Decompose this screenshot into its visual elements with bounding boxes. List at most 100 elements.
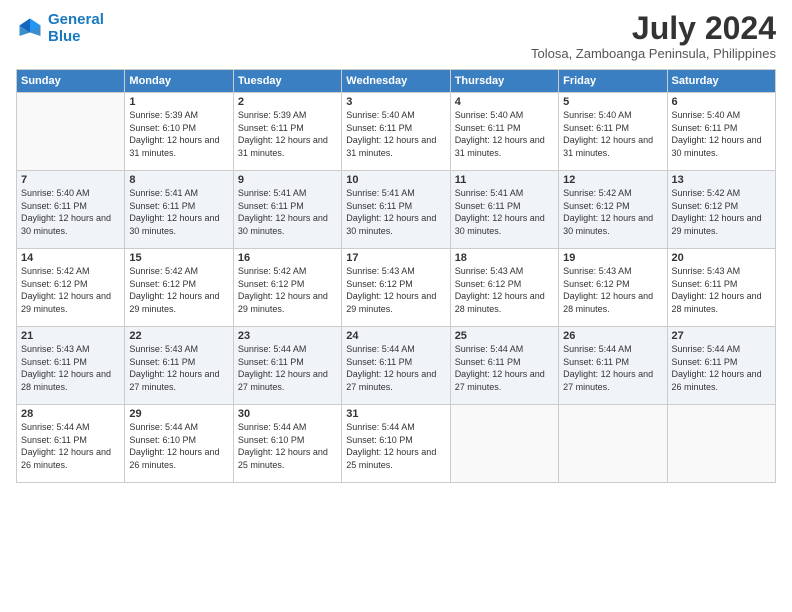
calendar-cell: 8Sunrise: 5:41 AMSunset: 6:11 PMDaylight… bbox=[125, 171, 233, 249]
calendar-cell: 17Sunrise: 5:43 AMSunset: 6:12 PMDayligh… bbox=[342, 249, 450, 327]
logo-icon bbox=[16, 15, 44, 43]
day-number: 23 bbox=[238, 330, 337, 342]
header-row: Sunday Monday Tuesday Wednesday Thursday… bbox=[17, 70, 776, 93]
day-info: Sunrise: 5:44 AMSunset: 6:10 PMDaylight:… bbox=[129, 421, 228, 471]
day-number: 20 bbox=[672, 252, 771, 264]
day-info: Sunrise: 5:44 AMSunset: 6:11 PMDaylight:… bbox=[455, 343, 554, 393]
day-info: Sunrise: 5:41 AMSunset: 6:11 PMDaylight:… bbox=[455, 187, 554, 237]
day-info: Sunrise: 5:40 AMSunset: 6:11 PMDaylight:… bbox=[455, 109, 554, 159]
col-wednesday: Wednesday bbox=[342, 70, 450, 93]
calendar-cell: 29Sunrise: 5:44 AMSunset: 6:10 PMDayligh… bbox=[125, 405, 233, 483]
day-number: 30 bbox=[238, 408, 337, 420]
day-info: Sunrise: 5:42 AMSunset: 6:12 PMDaylight:… bbox=[672, 187, 771, 237]
day-info: Sunrise: 5:44 AMSunset: 6:11 PMDaylight:… bbox=[346, 343, 445, 393]
day-number: 13 bbox=[672, 174, 771, 186]
week-row-2: 7Sunrise: 5:40 AMSunset: 6:11 PMDaylight… bbox=[17, 171, 776, 249]
day-number: 16 bbox=[238, 252, 337, 264]
col-thursday: Thursday bbox=[450, 70, 558, 93]
month-title: July 2024 bbox=[531, 12, 776, 44]
day-info: Sunrise: 5:42 AMSunset: 6:12 PMDaylight:… bbox=[238, 265, 337, 315]
calendar-cell: 18Sunrise: 5:43 AMSunset: 6:12 PMDayligh… bbox=[450, 249, 558, 327]
col-saturday: Saturday bbox=[667, 70, 775, 93]
day-number: 9 bbox=[238, 174, 337, 186]
day-number: 27 bbox=[672, 330, 771, 342]
calendar-cell: 22Sunrise: 5:43 AMSunset: 6:11 PMDayligh… bbox=[125, 327, 233, 405]
day-info: Sunrise: 5:43 AMSunset: 6:12 PMDaylight:… bbox=[563, 265, 662, 315]
day-info: Sunrise: 5:42 AMSunset: 6:12 PMDaylight:… bbox=[129, 265, 228, 315]
day-info: Sunrise: 5:44 AMSunset: 6:10 PMDaylight:… bbox=[238, 421, 337, 471]
day-number: 26 bbox=[563, 330, 662, 342]
calendar-cell: 6Sunrise: 5:40 AMSunset: 6:11 PMDaylight… bbox=[667, 93, 775, 171]
day-number: 7 bbox=[21, 174, 120, 186]
calendar-cell: 24Sunrise: 5:44 AMSunset: 6:11 PMDayligh… bbox=[342, 327, 450, 405]
calendar-cell: 1Sunrise: 5:39 AMSunset: 6:10 PMDaylight… bbox=[125, 93, 233, 171]
day-number: 31 bbox=[346, 408, 445, 420]
day-number: 28 bbox=[21, 408, 120, 420]
calendar-cell: 11Sunrise: 5:41 AMSunset: 6:11 PMDayligh… bbox=[450, 171, 558, 249]
calendar-cell bbox=[17, 93, 125, 171]
calendar-cell: 3Sunrise: 5:40 AMSunset: 6:11 PMDaylight… bbox=[342, 93, 450, 171]
day-number: 8 bbox=[129, 174, 228, 186]
day-number: 5 bbox=[563, 96, 662, 108]
calendar-cell: 20Sunrise: 5:43 AMSunset: 6:11 PMDayligh… bbox=[667, 249, 775, 327]
day-info: Sunrise: 5:40 AMSunset: 6:11 PMDaylight:… bbox=[563, 109, 662, 159]
day-info: Sunrise: 5:43 AMSunset: 6:12 PMDaylight:… bbox=[346, 265, 445, 315]
week-row-3: 14Sunrise: 5:42 AMSunset: 6:12 PMDayligh… bbox=[17, 249, 776, 327]
week-row-5: 28Sunrise: 5:44 AMSunset: 6:11 PMDayligh… bbox=[17, 405, 776, 483]
calendar-cell: 7Sunrise: 5:40 AMSunset: 6:11 PMDaylight… bbox=[17, 171, 125, 249]
location-title: Tolosa, Zamboanga Peninsula, Philippines bbox=[531, 46, 776, 61]
col-friday: Friday bbox=[559, 70, 667, 93]
calendar-cell bbox=[667, 405, 775, 483]
col-monday: Monday bbox=[125, 70, 233, 93]
calendar-cell: 23Sunrise: 5:44 AMSunset: 6:11 PMDayligh… bbox=[233, 327, 341, 405]
day-info: Sunrise: 5:42 AMSunset: 6:12 PMDaylight:… bbox=[21, 265, 120, 315]
day-info: Sunrise: 5:44 AMSunset: 6:11 PMDaylight:… bbox=[238, 343, 337, 393]
calendar-cell: 25Sunrise: 5:44 AMSunset: 6:11 PMDayligh… bbox=[450, 327, 558, 405]
day-number: 12 bbox=[563, 174, 662, 186]
calendar-cell: 27Sunrise: 5:44 AMSunset: 6:11 PMDayligh… bbox=[667, 327, 775, 405]
page: General Blue July 2024 Tolosa, Zamboanga… bbox=[0, 0, 792, 612]
calendar-cell: 10Sunrise: 5:41 AMSunset: 6:11 PMDayligh… bbox=[342, 171, 450, 249]
calendar-cell: 31Sunrise: 5:44 AMSunset: 6:10 PMDayligh… bbox=[342, 405, 450, 483]
day-number: 2 bbox=[238, 96, 337, 108]
day-info: Sunrise: 5:40 AMSunset: 6:11 PMDaylight:… bbox=[346, 109, 445, 159]
day-info: Sunrise: 5:43 AMSunset: 6:11 PMDaylight:… bbox=[129, 343, 228, 393]
day-number: 25 bbox=[455, 330, 554, 342]
day-number: 1 bbox=[129, 96, 228, 108]
calendar-cell: 14Sunrise: 5:42 AMSunset: 6:12 PMDayligh… bbox=[17, 249, 125, 327]
day-number: 21 bbox=[21, 330, 120, 342]
col-tuesday: Tuesday bbox=[233, 70, 341, 93]
calendar-cell: 12Sunrise: 5:42 AMSunset: 6:12 PMDayligh… bbox=[559, 171, 667, 249]
day-number: 6 bbox=[672, 96, 771, 108]
logo-line1: General bbox=[48, 11, 104, 28]
day-number: 29 bbox=[129, 408, 228, 420]
day-number: 17 bbox=[346, 252, 445, 264]
day-number: 14 bbox=[21, 252, 120, 264]
day-info: Sunrise: 5:43 AMSunset: 6:11 PMDaylight:… bbox=[672, 265, 771, 315]
calendar-cell: 15Sunrise: 5:42 AMSunset: 6:12 PMDayligh… bbox=[125, 249, 233, 327]
day-number: 22 bbox=[129, 330, 228, 342]
calendar-cell: 30Sunrise: 5:44 AMSunset: 6:10 PMDayligh… bbox=[233, 405, 341, 483]
calendar-cell: 9Sunrise: 5:41 AMSunset: 6:11 PMDaylight… bbox=[233, 171, 341, 249]
calendar-cell: 13Sunrise: 5:42 AMSunset: 6:12 PMDayligh… bbox=[667, 171, 775, 249]
calendar-cell: 4Sunrise: 5:40 AMSunset: 6:11 PMDaylight… bbox=[450, 93, 558, 171]
day-info: Sunrise: 5:39 AMSunset: 6:10 PMDaylight:… bbox=[129, 109, 228, 159]
day-info: Sunrise: 5:40 AMSunset: 6:11 PMDaylight:… bbox=[21, 187, 120, 237]
day-info: Sunrise: 5:43 AMSunset: 6:12 PMDaylight:… bbox=[455, 265, 554, 315]
calendar-cell: 5Sunrise: 5:40 AMSunset: 6:11 PMDaylight… bbox=[559, 93, 667, 171]
day-info: Sunrise: 5:42 AMSunset: 6:12 PMDaylight:… bbox=[563, 187, 662, 237]
day-number: 19 bbox=[563, 252, 662, 264]
day-info: Sunrise: 5:41 AMSunset: 6:11 PMDaylight:… bbox=[346, 187, 445, 237]
calendar-cell: 26Sunrise: 5:44 AMSunset: 6:11 PMDayligh… bbox=[559, 327, 667, 405]
day-number: 11 bbox=[455, 174, 554, 186]
day-number: 3 bbox=[346, 96, 445, 108]
day-info: Sunrise: 5:44 AMSunset: 6:11 PMDaylight:… bbox=[563, 343, 662, 393]
day-info: Sunrise: 5:44 AMSunset: 6:11 PMDaylight:… bbox=[672, 343, 771, 393]
calendar-table: Sunday Monday Tuesday Wednesday Thursday… bbox=[16, 69, 776, 483]
calendar-cell: 2Sunrise: 5:39 AMSunset: 6:11 PMDaylight… bbox=[233, 93, 341, 171]
calendar-cell bbox=[559, 405, 667, 483]
day-info: Sunrise: 5:44 AMSunset: 6:11 PMDaylight:… bbox=[21, 421, 120, 471]
day-number: 10 bbox=[346, 174, 445, 186]
day-info: Sunrise: 5:43 AMSunset: 6:11 PMDaylight:… bbox=[21, 343, 120, 393]
calendar-cell bbox=[450, 405, 558, 483]
